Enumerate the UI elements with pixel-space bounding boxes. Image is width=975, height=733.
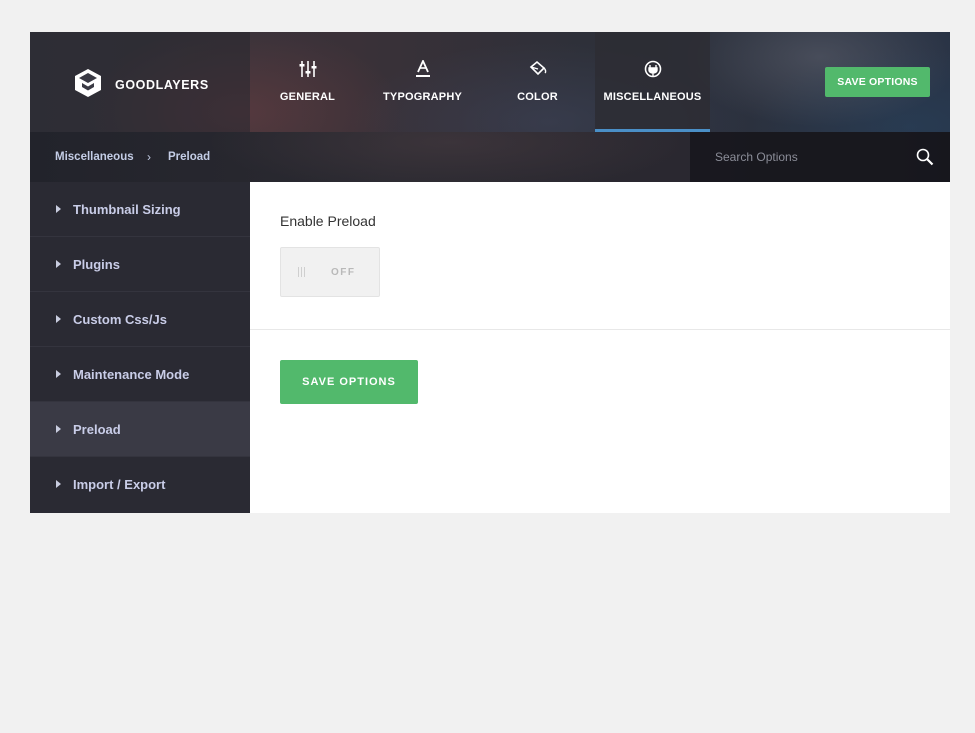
tab-color-label: COLOR [517, 91, 558, 103]
toggle-state-text: OFF [331, 267, 356, 278]
plug-icon [595, 60, 710, 78]
caret-right-icon [56, 425, 61, 433]
goodlayers-logo-icon [75, 69, 101, 97]
save-options-button[interactable]: SAVE OPTIONS [280, 360, 418, 404]
brand-name: GOODLAYERS [115, 78, 209, 92]
sidebar-item-thumbnail-sizing[interactable]: Thumbnail Sizing [30, 182, 250, 237]
paint-bucket-icon [500, 60, 575, 78]
sliders-icon [270, 60, 345, 78]
sidebar-item-label: Plugins [73, 257, 120, 272]
sidebar-item-label: Preload [73, 422, 121, 437]
options-content: Enable Preload OFF SAVE OPTIONS [250, 182, 950, 513]
tab-miscellaneous-label: MISCELLANEOUS [603, 91, 702, 103]
search-input[interactable] [715, 147, 895, 167]
sidebar-item-preload[interactable]: Preload [30, 402, 250, 457]
tab-typography-label: TYPOGRAPHY [382, 91, 462, 103]
caret-right-icon [56, 205, 61, 213]
breadcrumb-current: Preload [168, 151, 211, 163]
sidebar-item-label: Custom Css/Js [73, 312, 167, 327]
toggle-grip-icon [298, 267, 306, 277]
tab-color[interactable]: COLOR [500, 32, 575, 132]
sidebar-item-label: Maintenance Mode [73, 367, 190, 382]
caret-right-icon [56, 370, 61, 378]
sidebar-item-label: Import / Export [73, 477, 166, 492]
sidebar-item-maintenance-mode[interactable]: Maintenance Mode [30, 347, 250, 402]
sidebar-item-custom-css-js[interactable]: Custom Css/Js [30, 292, 250, 347]
font-a-icon [375, 60, 470, 78]
caret-right-icon [56, 260, 61, 268]
header-save-button[interactable]: SAVE OPTIONS [825, 67, 930, 97]
search-area [690, 132, 950, 182]
sub-bar: Miscellaneous › Preload [30, 132, 950, 182]
divider [250, 329, 950, 330]
options-panel: GOODLAYERS GENERAL TYPOGRAPHY COLOR MISC… [30, 32, 950, 513]
caret-right-icon [56, 480, 61, 488]
sidebar-item-label: Thumbnail Sizing [73, 202, 181, 217]
sidebar-item-import-export[interactable]: Import / Export [30, 457, 250, 513]
tab-typography[interactable]: TYPOGRAPHY [375, 32, 470, 132]
top-header: GOODLAYERS GENERAL TYPOGRAPHY COLOR MISC… [30, 32, 950, 132]
caret-right-icon [56, 315, 61, 323]
tab-general[interactable]: GENERAL [270, 32, 345, 132]
brand-area[interactable]: GOODLAYERS [30, 32, 250, 132]
sidebar: Thumbnail Sizing Plugins Custom Css/Js M… [30, 182, 250, 513]
breadcrumb-parent[interactable]: Miscellaneous [55, 151, 134, 163]
tab-miscellaneous[interactable]: MISCELLANEOUS [595, 32, 710, 132]
search-icon[interactable] [916, 148, 934, 166]
enable-preload-toggle[interactable]: OFF [280, 247, 380, 297]
sidebar-item-plugins[interactable]: Plugins [30, 237, 250, 292]
tab-general-label: GENERAL [279, 91, 336, 103]
enable-preload-label: Enable Preload [280, 213, 376, 229]
breadcrumb-separator: › [147, 150, 151, 164]
